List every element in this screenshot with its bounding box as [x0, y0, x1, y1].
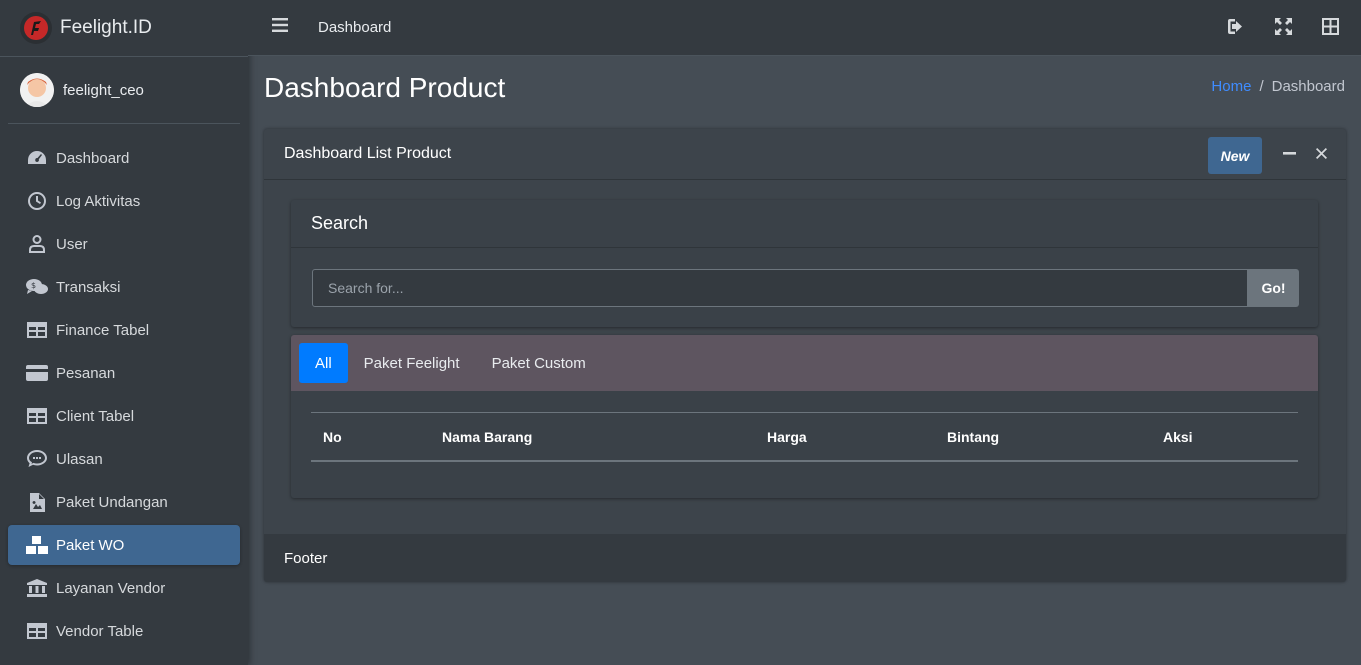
user-icon — [26, 234, 48, 254]
sidebar-item-label: User — [56, 235, 88, 253]
brand-link[interactable]: Feelight.ID — [0, 0, 248, 57]
sidebar-item-dashboard[interactable]: Dashboard — [8, 138, 240, 178]
table-icon — [26, 320, 48, 340]
sidebar-item-log-aktivitas[interactable]: Log Aktivitas — [8, 181, 240, 221]
user-panel[interactable]: feelight_ceo — [8, 57, 240, 124]
card-footer: Footer — [264, 534, 1346, 582]
sidebar-item-client-tabel[interactable]: Client Tabel — [8, 396, 240, 436]
topbar-title[interactable]: Dashboard — [318, 19, 391, 36]
user-name: feelight_ceo — [63, 81, 144, 99]
sidebar-nav: Dashboard Log Aktivitas User $ Transaksi… — [0, 124, 248, 651]
sidebar-item-label: Paket Undangan — [56, 493, 168, 511]
sidebar-item-user[interactable]: User — [8, 224, 240, 264]
avatar-icon — [20, 73, 54, 107]
sidebar-item-transaksi[interactable]: $ Transaksi — [8, 267, 240, 307]
card-title: Dashboard List Product — [284, 145, 452, 162]
comment-icon — [26, 449, 48, 469]
table-icon — [26, 621, 48, 641]
minimize-icon[interactable] — [1282, 146, 1296, 160]
university-icon — [26, 578, 48, 598]
svg-text:$: $ — [31, 281, 36, 290]
close-icon[interactable] — [1314, 146, 1328, 160]
topbar-icons — [1228, 18, 1339, 35]
column-header-aksi: Aksi — [1163, 429, 1193, 445]
column-header-harga: Harga — [767, 429, 807, 445]
brand-name: Feelight.ID — [60, 17, 152, 38]
topbar: Dashboard — [248, 0, 1361, 56]
breadcrumb-current: Dashboard — [1271, 78, 1345, 95]
sidebar-item-label: Pesanan — [56, 364, 116, 382]
tachometer-icon — [26, 148, 48, 168]
column-header-bintang: Bintang — [947, 429, 1000, 445]
card-tools — [1282, 146, 1328, 160]
sidebar-item-label: Layanan Vendor — [56, 579, 166, 597]
tab-paket-feelight[interactable]: Paket Feelight — [348, 343, 476, 383]
sidebar-item-paket-wo[interactable]: Paket WO — [8, 525, 240, 565]
sidebar-item-label: Transaksi — [56, 278, 121, 296]
comments-dollar-icon: $ — [26, 277, 48, 297]
card-header: Dashboard List Product New — [264, 129, 1346, 180]
sidebar: Feelight.ID feelight_ceo Dashboard Log A… — [0, 0, 248, 665]
file-image-icon — [26, 492, 48, 512]
sidebar-item-pesanan[interactable]: Pesanan — [8, 353, 240, 393]
product-card: Dashboard List Product New Search Go! Al… — [264, 129, 1346, 582]
column-header-no: No — [323, 429, 342, 445]
sidebar-item-paket-undangan[interactable]: Paket Undangan — [8, 482, 240, 522]
fullscreen-icon[interactable] — [1275, 18, 1292, 35]
feelight-logo-icon — [20, 12, 52, 44]
boxes-icon — [26, 535, 48, 555]
menu-icon[interactable] — [272, 18, 288, 37]
sign-out-icon[interactable] — [1228, 18, 1245, 35]
sidebar-item-vendor-table[interactable]: Vendor Table — [8, 611, 240, 651]
product-table: No Nama Barang Harga Bintang Aksi — [311, 412, 1298, 462]
search-card-title: Search — [291, 200, 1318, 248]
new-button[interactable]: New — [1208, 137, 1262, 174]
tab-all[interactable]: All — [299, 343, 348, 383]
page-title: Dashboard Product — [264, 72, 506, 103]
sidebar-item-layanan-vendor[interactable]: Layanan Vendor — [8, 568, 240, 608]
table-icon — [26, 406, 48, 426]
grid-icon[interactable] — [1322, 18, 1339, 35]
go-button[interactable]: Go! — [1248, 269, 1299, 307]
sidebar-item-label: Ulasan — [56, 450, 103, 468]
sidebar-item-label: Log Aktivitas — [56, 192, 141, 210]
sidebar-item-finance-tabel[interactable]: Finance Tabel — [8, 310, 240, 350]
sidebar-item-label: Dashboard — [56, 149, 130, 167]
search-row: Go! — [312, 269, 1299, 307]
sidebar-item-ulasan[interactable]: Ulasan — [8, 439, 240, 479]
sidebar-item-label: Client Tabel — [56, 407, 135, 425]
column-header-nama-barang: Nama Barang — [442, 429, 533, 445]
breadcrumb: Home / Dashboard — [1211, 78, 1345, 95]
breadcrumb-separator: / — [1259, 78, 1264, 95]
tab-paket-custom[interactable]: Paket Custom — [476, 343, 602, 383]
sidebar-item-label: Vendor Table — [56, 622, 144, 640]
search-card: Search Go! — [291, 200, 1318, 327]
sidebar-item-label: Finance Tabel — [56, 321, 150, 339]
search-input[interactable] — [312, 269, 1248, 307]
clock-icon — [26, 191, 48, 211]
sidebar-item-label: Paket WO — [56, 536, 125, 554]
breadcrumb-home-link[interactable]: Home — [1211, 78, 1251, 95]
credit-card-icon — [26, 363, 48, 383]
product-table-card: All Paket Feelight Paket Custom No Nama … — [291, 335, 1318, 498]
tab-bar: All Paket Feelight Paket Custom — [291, 335, 1318, 391]
